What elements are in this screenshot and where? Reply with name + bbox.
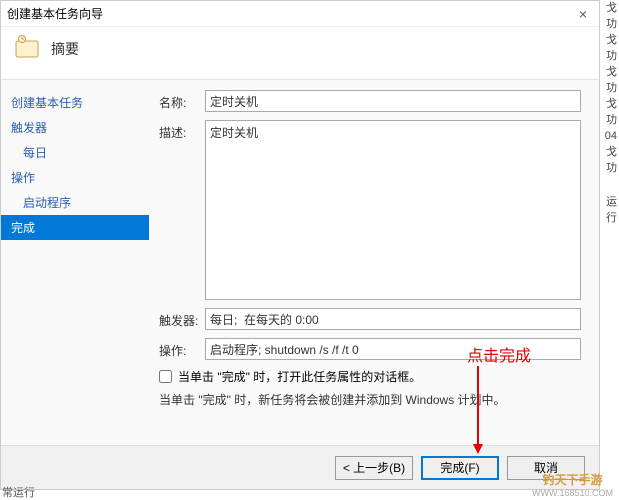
step-start-program[interactable]: 启动程序 (1, 190, 149, 215)
wizard-steps-sidebar: 创建基本任务 触发器 每日 操作 启动程序 完成 (1, 80, 149, 445)
watermark-url: WWW.168510.COM (532, 488, 613, 498)
watermark: 钓天下手游 WWW.168510.COM (532, 471, 613, 498)
close-icon[interactable]: × (573, 6, 593, 22)
step-trigger[interactable]: 触发器 (1, 115, 149, 140)
step-daily[interactable]: 每日 (1, 140, 149, 165)
status-text: 常运行 (2, 484, 35, 500)
finish-button[interactable]: 完成(F) (421, 456, 499, 480)
back-button[interactable]: < 上一步(B) (335, 456, 413, 480)
desc-label: 描述: (159, 120, 205, 141)
trigger-value (205, 308, 581, 330)
open-properties-checkbox[interactable] (159, 370, 172, 383)
trigger-label: 触发器: (159, 308, 205, 329)
name-input[interactable] (205, 90, 581, 112)
wizard-header: 摘要 (1, 27, 599, 80)
background-fragment: 戈功戈功戈功 戈功04戈功 运行 (600, 0, 619, 500)
watermark-brand: 钓天下手游 (542, 471, 602, 488)
titlebar: 创建基本任务向导 × (1, 1, 599, 27)
action-value (205, 338, 581, 360)
action-label: 操作: (159, 338, 205, 359)
name-label: 名称: (159, 90, 205, 111)
desc-textarea[interactable] (205, 120, 581, 300)
checkbox-label: 当单击 "完成" 时，打开此任务属性的对话框。 (178, 368, 421, 385)
summary-icon (13, 35, 41, 63)
summary-panel: 名称: 描述: 触发器: 操作: 当单击 "完成" 时，打开此任务属性的对话框。… (149, 80, 599, 445)
step-action[interactable]: 操作 (1, 165, 149, 190)
step-create-task[interactable]: 创建基本任务 (1, 90, 149, 115)
window-title: 创建基本任务向导 (7, 5, 103, 22)
wizard-dialog: 创建基本任务向导 × 摘要 创建基本任务 触发器 每日 操作 启动程序 完成 名… (0, 0, 600, 490)
page-title: 摘要 (51, 39, 79, 59)
wizard-footer: < 上一步(B) 完成(F) 取消 (1, 445, 599, 489)
finish-note: 当单击 "完成" 时，新任务将会被创建并添加到 Windows 计划中。 (159, 391, 581, 408)
step-finish[interactable]: 完成 (1, 215, 149, 240)
